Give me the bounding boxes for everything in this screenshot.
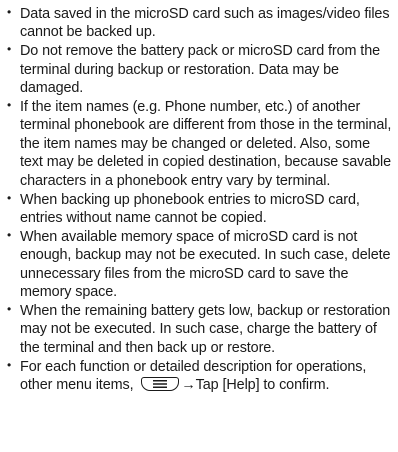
note-text: If the item names (e.g. Phone number, et… [20, 99, 392, 189]
help-instruction: →Tap [Help] to confirm. [181, 377, 330, 394]
note-item: • Do not remove the battery pack or micr… [7, 42, 392, 97]
bullet: • [7, 357, 12, 372]
bullet: • [7, 98, 12, 113]
note-item: • When available memory space of microSD… [7, 228, 392, 302]
note-item: • If the item names (e.g. Phone number, … [7, 98, 392, 190]
note-text: When the remaining battery gets low, bac… [20, 303, 391, 356]
menu-lines-icon [153, 380, 168, 389]
menu-key-icon [141, 377, 180, 392]
note-item: • Data saved in the microSD card such as… [7, 5, 392, 42]
note-text: Do not remove the battery pack or microS… [20, 43, 381, 97]
bullet: • [7, 227, 12, 242]
note-item: • When backing up phonebook entries to m… [7, 191, 392, 228]
notes-list: • Data saved in the microSD card such as… [0, 0, 398, 395]
note-text: When available memory space of microSD c… [20, 228, 391, 301]
bullet: • [7, 5, 12, 19]
bullet: • [7, 42, 12, 57]
note-item-help: • For each function or detailed descript… [7, 358, 392, 395]
note-item: • When the remaining battery gets low, b… [7, 302, 392, 357]
note-text: When backing up phonebook entries to mic… [20, 191, 360, 226]
bullet: • [7, 190, 12, 205]
bullet: • [7, 302, 12, 316]
note-text: Data saved in the microSD card such as i… [20, 6, 390, 41]
